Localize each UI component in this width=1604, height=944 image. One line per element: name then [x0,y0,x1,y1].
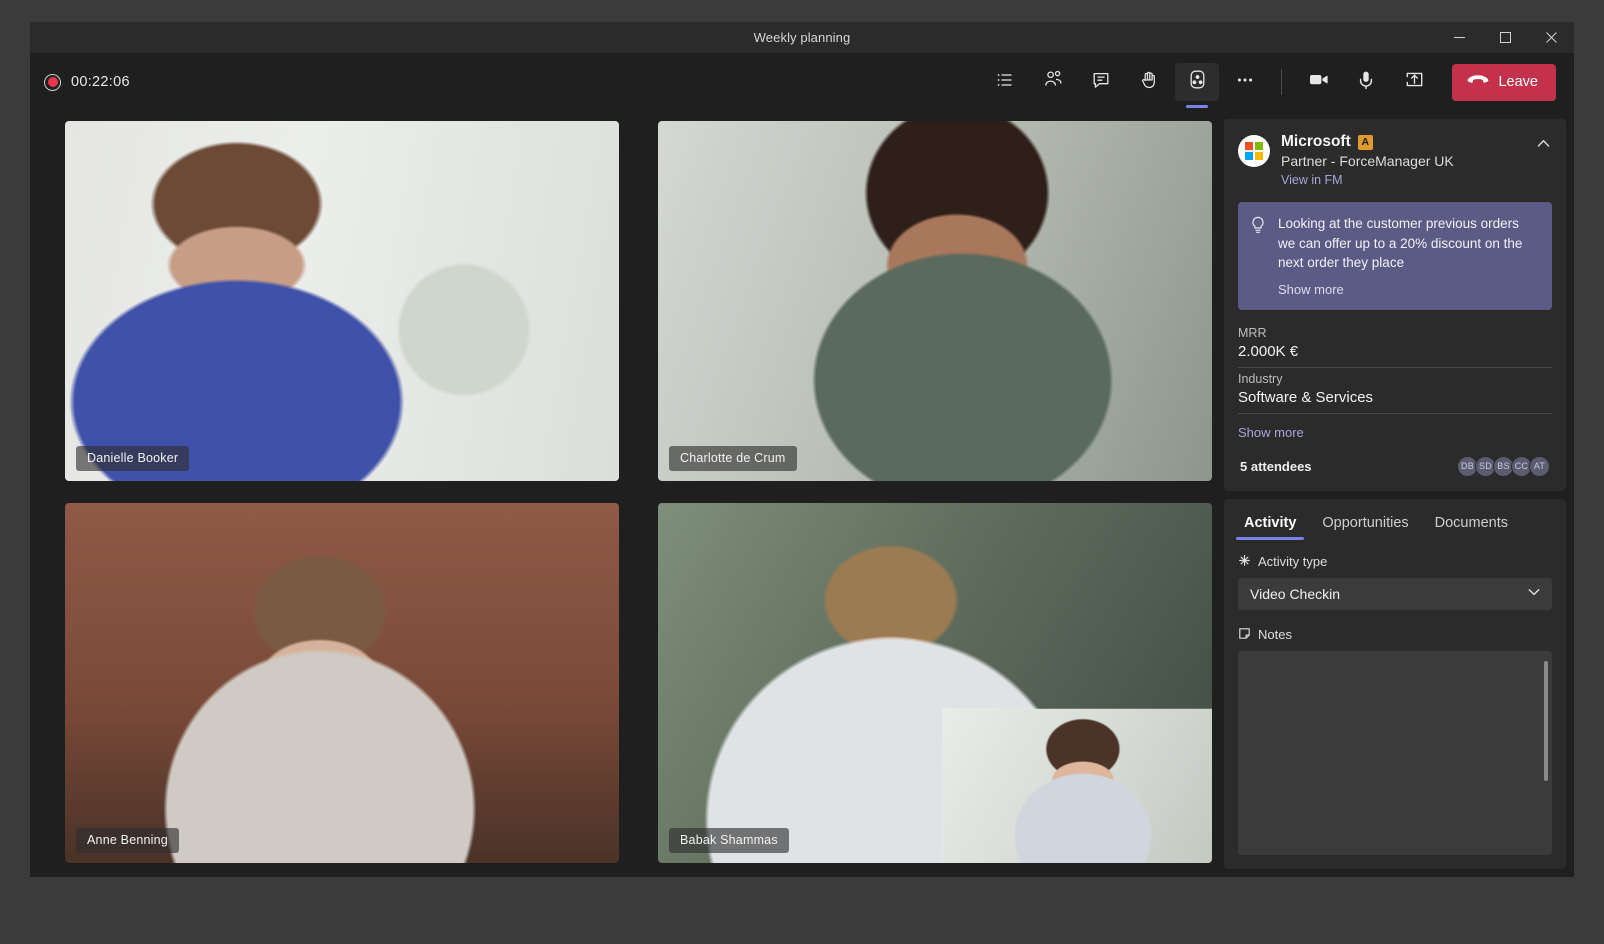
participant-name-label: Anne Benning [76,828,179,853]
notes-field[interactable] [1238,650,1552,855]
activity-type-label-row: Activity type [1238,554,1552,570]
hand-icon [1139,70,1159,95]
participant-video [65,121,619,481]
maximize-icon[interactable] [1482,22,1528,53]
teams-meeting-window: Weekly planning 00:22:06 Leave Danielle … [30,22,1574,877]
tab-documents[interactable]: Documents [1425,507,1518,540]
field-label: MRR [1238,325,1267,340]
toolbar-actions: Leave [981,63,1556,108]
raise-hand-button[interactable] [1127,63,1171,101]
avatar[interactable]: AT [1529,455,1550,477]
account-badge: A [1357,134,1373,150]
toggle-mic-button[interactable] [1344,63,1388,101]
chat-icon [1091,70,1111,95]
minimize-icon[interactable] [1436,22,1482,53]
record-dot-icon [44,73,61,91]
toolbar-divider [1281,69,1283,95]
close-icon[interactable] [1528,22,1574,53]
panel-tabs: Activity Opportunities Documents [1224,507,1566,540]
people-icon [1043,69,1064,95]
participant-video [658,121,1212,481]
forcemanager-side-panel: Microsoft A Partner - ForceManager UK Vi… [1224,111,1574,877]
meeting-notes-button[interactable] [983,63,1027,101]
list-icon [995,70,1015,95]
share-screen-button[interactable] [1392,63,1436,101]
microphone-icon [1355,69,1377,96]
lightbulb-icon [1250,214,1268,299]
window-title: Weekly planning [753,30,851,45]
meeting-body: Danielle Booker Charlotte de Crum Anne B… [30,111,1574,877]
view-in-fm-link[interactable]: View in FM [1281,173,1343,187]
activity-type-value: Video Checkin [1250,585,1341,602]
activity-type-select[interactable]: Video Checkin [1238,577,1552,610]
account-header: Microsoft A Partner - ForceManager UK Vi… [1238,133,1552,189]
suggestion-show-more-link[interactable]: Show more [1278,282,1344,297]
participant-name-label: Danielle Booker [76,446,190,471]
ai-suggestion-text: Looking at the customer previous orders … [1278,216,1523,271]
ai-suggestion-card[interactable]: Looking at the customer previous orders … [1238,202,1552,310]
field-value: Software & Services [1238,388,1374,406]
self-view-video [943,709,1212,863]
hangup-icon [1467,73,1489,91]
participant-video [65,503,619,863]
meeting-toolbar: 00:22:06 Leave [30,53,1574,111]
account-fields: MRR 2.000K € Industry Software & Service… [1238,322,1552,442]
participant-name-label: Babak Shammas [669,828,789,853]
meeting-timer: 00:22:06 [71,74,130,90]
show-participants-button[interactable] [1031,63,1075,101]
title-bar: Weekly planning [30,22,1574,53]
account-name-row: Microsoft A [1281,133,1518,151]
leave-button-label: Leave [1498,74,1538,90]
activity-tab-content: Activity type Video Checkin Notes [1224,540,1566,869]
note-icon [1238,627,1251,643]
video-grid: Danielle Booker Charlotte de Crum Anne B… [30,111,1224,877]
camera-icon [1307,68,1330,96]
sparkle-icon [1238,554,1251,570]
notes-label-row: Notes [1238,627,1552,643]
account-name: Microsoft [1281,133,1351,150]
account-text: Microsoft A Partner - ForceManager UK Vi… [1281,133,1518,189]
chevron-up-icon[interactable] [1529,133,1552,157]
window-controls [1436,22,1574,53]
activity-panel: Activity Opportunities Documents Activit… [1224,498,1566,869]
leave-button[interactable]: Leave [1452,63,1556,101]
tab-opportunities[interactable]: Opportunities [1312,507,1418,540]
notes-input[interactable] [1238,650,1552,855]
share-screen-icon [1404,69,1425,95]
toggle-camera-button[interactable] [1296,63,1340,101]
app-contact-icon [1187,69,1208,95]
forcemanager-app-button[interactable] [1175,63,1220,108]
attendees-count-label: 5 attendees [1240,458,1312,474]
field-row: MRR 2.000K € [1238,322,1552,368]
chevron-down-icon [1526,584,1542,603]
account-card: Microsoft A Partner - ForceManager UK Vi… [1224,119,1566,491]
video-tile[interactable]: Danielle Booker [65,121,619,481]
notes-scrollbar[interactable] [1544,660,1548,781]
notes-label: Notes [1258,627,1292,643]
video-tile[interactable]: Babak Shammas [658,503,1212,863]
field-label: Industry [1238,371,1283,386]
recording-indicator: 00:22:06 [44,73,130,91]
account-subtitle: Partner - ForceManager UK [1281,153,1454,169]
fields-show-more-link[interactable]: Show more [1238,425,1304,440]
tab-activity[interactable]: Activity [1234,507,1306,540]
video-tile[interactable]: Anne Benning [65,503,619,863]
self-view-pip[interactable] [942,708,1212,863]
more-actions-button[interactable] [1223,63,1267,101]
participant-name-label: Charlotte de Crum [669,446,797,471]
field-value: 2.000K € [1238,342,1299,360]
microsoft-logo-icon [1238,135,1270,167]
field-row: Industry Software & Services [1238,368,1552,414]
show-conversation-button[interactable] [1079,63,1123,101]
attendees-row: 5 attendees DB SD BS CC AT [1238,442,1552,481]
activity-type-label: Activity type [1258,554,1328,570]
attendee-avatar-group[interactable]: DB SD BS CC AT [1457,455,1550,477]
ellipsis-icon [1235,70,1255,95]
video-tile[interactable]: Charlotte de Crum [658,121,1212,481]
